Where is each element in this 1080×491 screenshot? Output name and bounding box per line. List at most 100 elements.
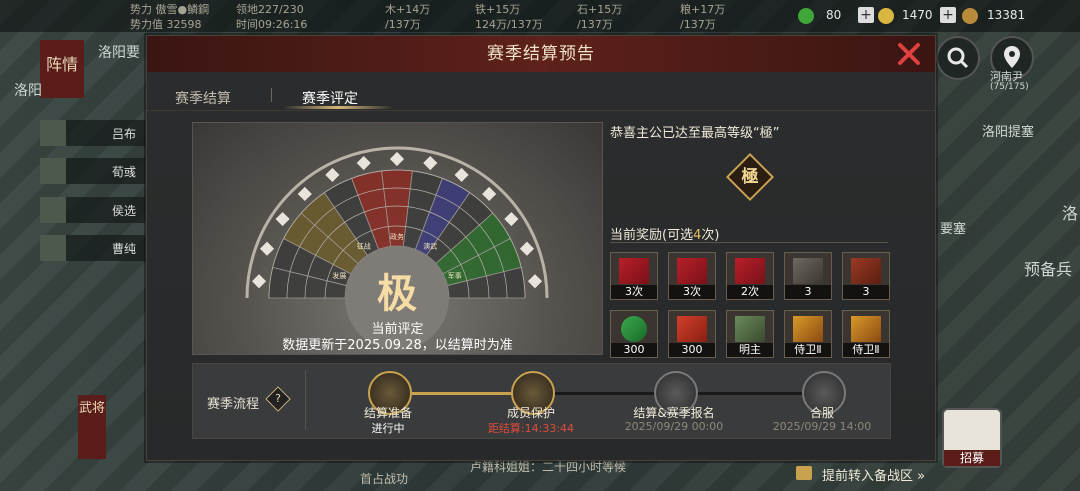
help-icon[interactable]: ? bbox=[265, 386, 291, 412]
fan-segment-label: 发展 bbox=[332, 271, 346, 280]
fan-category-icon bbox=[454, 167, 469, 182]
reward-quantity: 2次 bbox=[727, 285, 773, 299]
reward-quantity: 侍卫Ⅱ bbox=[785, 343, 831, 357]
generals-side-tab[interactable]: 武将 bbox=[78, 395, 106, 459]
active-tab-indicator bbox=[283, 106, 393, 109]
reward-item[interactable]: 侍卫Ⅱ bbox=[784, 310, 832, 358]
copper-count: 13381 bbox=[987, 8, 1026, 22]
general-token-icon bbox=[677, 316, 707, 342]
map-fort-label: 洛阳提塞 bbox=[982, 125, 1035, 140]
gold-count: 1470 bbox=[902, 8, 933, 22]
tab-season-settlement[interactable]: 赛季结算 bbox=[175, 88, 231, 108]
reward-item[interactable]: 3 bbox=[842, 252, 890, 300]
first-capture-label: 首占战功 bbox=[360, 472, 409, 486]
fan-category-icon bbox=[259, 241, 275, 256]
max-rank-badge: 極 bbox=[725, 152, 775, 202]
flow-step-status: 进行中 bbox=[371, 422, 405, 435]
wood-icon bbox=[851, 258, 881, 284]
reward-item[interactable]: 3 bbox=[784, 252, 832, 300]
flow-step-label: 结算准备 bbox=[363, 406, 412, 420]
add-jade-button[interactable]: + bbox=[858, 7, 874, 23]
fan-category-icon bbox=[519, 241, 535, 256]
game-time: 时间09:26:16 bbox=[236, 18, 308, 31]
lord-scroll-icon bbox=[735, 316, 765, 342]
grain-income: 粮+17万 bbox=[680, 3, 726, 16]
recruit-button[interactable]: 招募 bbox=[942, 408, 1002, 468]
fan-segment-label: 军事 bbox=[448, 271, 462, 280]
jade-count: 80 bbox=[826, 8, 842, 22]
rating-fan-panel: 发展 征战 政务 演武 军事 极 当前评定 数据更新于2025.09.28，以结算时为准 bbox=[192, 122, 603, 355]
current-rewards-title: 当前奖励(可选4次) bbox=[610, 228, 720, 243]
season-flow-label: 赛季流程 bbox=[207, 397, 260, 412]
general-avatar bbox=[40, 235, 66, 261]
red-book-icon bbox=[619, 258, 649, 284]
wood-income: 木+14万 bbox=[385, 3, 431, 16]
red-book-icon bbox=[677, 258, 707, 284]
general-avatar bbox=[40, 197, 66, 223]
jade-icon bbox=[798, 8, 814, 24]
reward-item[interactable]: 侍卫Ⅱ bbox=[842, 310, 890, 358]
tab-season-rating[interactable]: 赛季评定 bbox=[302, 88, 358, 108]
modal-title: 赛季结算预告 bbox=[487, 44, 595, 64]
left-list-item[interactable]: 荀彧 bbox=[40, 158, 145, 184]
region-coord: (75/175) bbox=[990, 82, 1029, 92]
left-list-item[interactable]: 吕布 bbox=[40, 120, 145, 146]
fan-segment-label: 政务 bbox=[390, 232, 404, 241]
stone-store: /137万 bbox=[577, 18, 613, 31]
reward-item[interactable]: 3次 bbox=[668, 252, 716, 300]
reward-quantity: 3次 bbox=[669, 285, 715, 299]
congrats-text: 恭喜主公已达至最高等级“極” bbox=[610, 126, 780, 141]
modal-tabs bbox=[147, 76, 935, 111]
reward-quantity: 3 bbox=[785, 285, 831, 299]
fan-category-icon bbox=[482, 186, 497, 202]
early-transfer-link[interactable]: 提前转入备战区 » bbox=[822, 465, 925, 484]
season-flow-bar: 赛季流程 ? 结算准备 进行中 成员保护 距结算:14:33:44 结算&赛季报名 202… bbox=[192, 363, 891, 439]
reward-quantity: 3次 bbox=[611, 285, 657, 299]
fan-category-icon bbox=[527, 274, 543, 289]
flow-step-label: 结算&赛季报名 bbox=[633, 406, 715, 420]
fan-category-icon bbox=[325, 167, 340, 182]
reward-item[interactable]: 300 bbox=[668, 310, 716, 358]
reserve-troops-label: 预备兵 bbox=[1024, 260, 1073, 279]
faction-side-tab[interactable]: 阵情 bbox=[40, 40, 84, 98]
close-button[interactable] bbox=[895, 40, 923, 68]
faction-power: 势力值 32598 bbox=[130, 18, 202, 31]
flow-step-status: 2025/09/29 00:00 bbox=[624, 420, 724, 433]
fan-category-icon bbox=[275, 211, 290, 227]
reward-item[interactable]: 300 bbox=[610, 310, 658, 358]
reward-quantity: 侍卫Ⅱ bbox=[843, 343, 889, 357]
left-list-item[interactable]: 曹纯 bbox=[40, 235, 145, 261]
reward-item[interactable]: 2次 bbox=[726, 252, 774, 300]
map-fort-label: 要塞 bbox=[940, 222, 967, 237]
territory-count: 领地227/230 bbox=[236, 3, 304, 16]
top-status-bar: 势力 傲雪●鱗鋼 势力值 32598 领地227/230 时间09:26:16 … bbox=[0, 0, 1080, 32]
fan-category-icon bbox=[297, 186, 312, 202]
fan-segment-label: 征战 bbox=[357, 242, 371, 251]
grain-store: /137万 bbox=[680, 18, 716, 31]
fan-category-icon bbox=[389, 151, 405, 167]
data-update-note: 数据更新于2025.09.28，以结算时为准 bbox=[282, 338, 513, 353]
guard-card-icon bbox=[851, 316, 881, 342]
fan-category-icon bbox=[504, 211, 519, 227]
general-avatar bbox=[40, 120, 66, 146]
add-gold-button[interactable]: + bbox=[940, 7, 956, 23]
jade-icon bbox=[621, 316, 647, 342]
general-avatar bbox=[40, 158, 66, 184]
map-city-label: 洛阳要 bbox=[98, 45, 140, 61]
reward-quantity: 300 bbox=[669, 343, 715, 357]
reward-item[interactable]: 明主 bbox=[726, 310, 774, 358]
flow-divider bbox=[305, 370, 306, 430]
fan-category-icon bbox=[251, 274, 267, 289]
reward-quantity: 3 bbox=[843, 285, 889, 299]
red-book-icon bbox=[735, 258, 765, 284]
flow-step-label: 合服 bbox=[809, 406, 834, 420]
book-icon bbox=[796, 466, 812, 480]
reward-divider bbox=[610, 242, 888, 243]
left-list-item[interactable]: 侯选 bbox=[40, 197, 145, 223]
stone-icon bbox=[793, 258, 823, 284]
tab-divider bbox=[271, 88, 272, 102]
fan-category-icon bbox=[356, 155, 371, 171]
reward-item[interactable]: 3次 bbox=[610, 252, 658, 300]
search-icon[interactable] bbox=[936, 36, 980, 80]
guard-card-icon bbox=[793, 316, 823, 342]
